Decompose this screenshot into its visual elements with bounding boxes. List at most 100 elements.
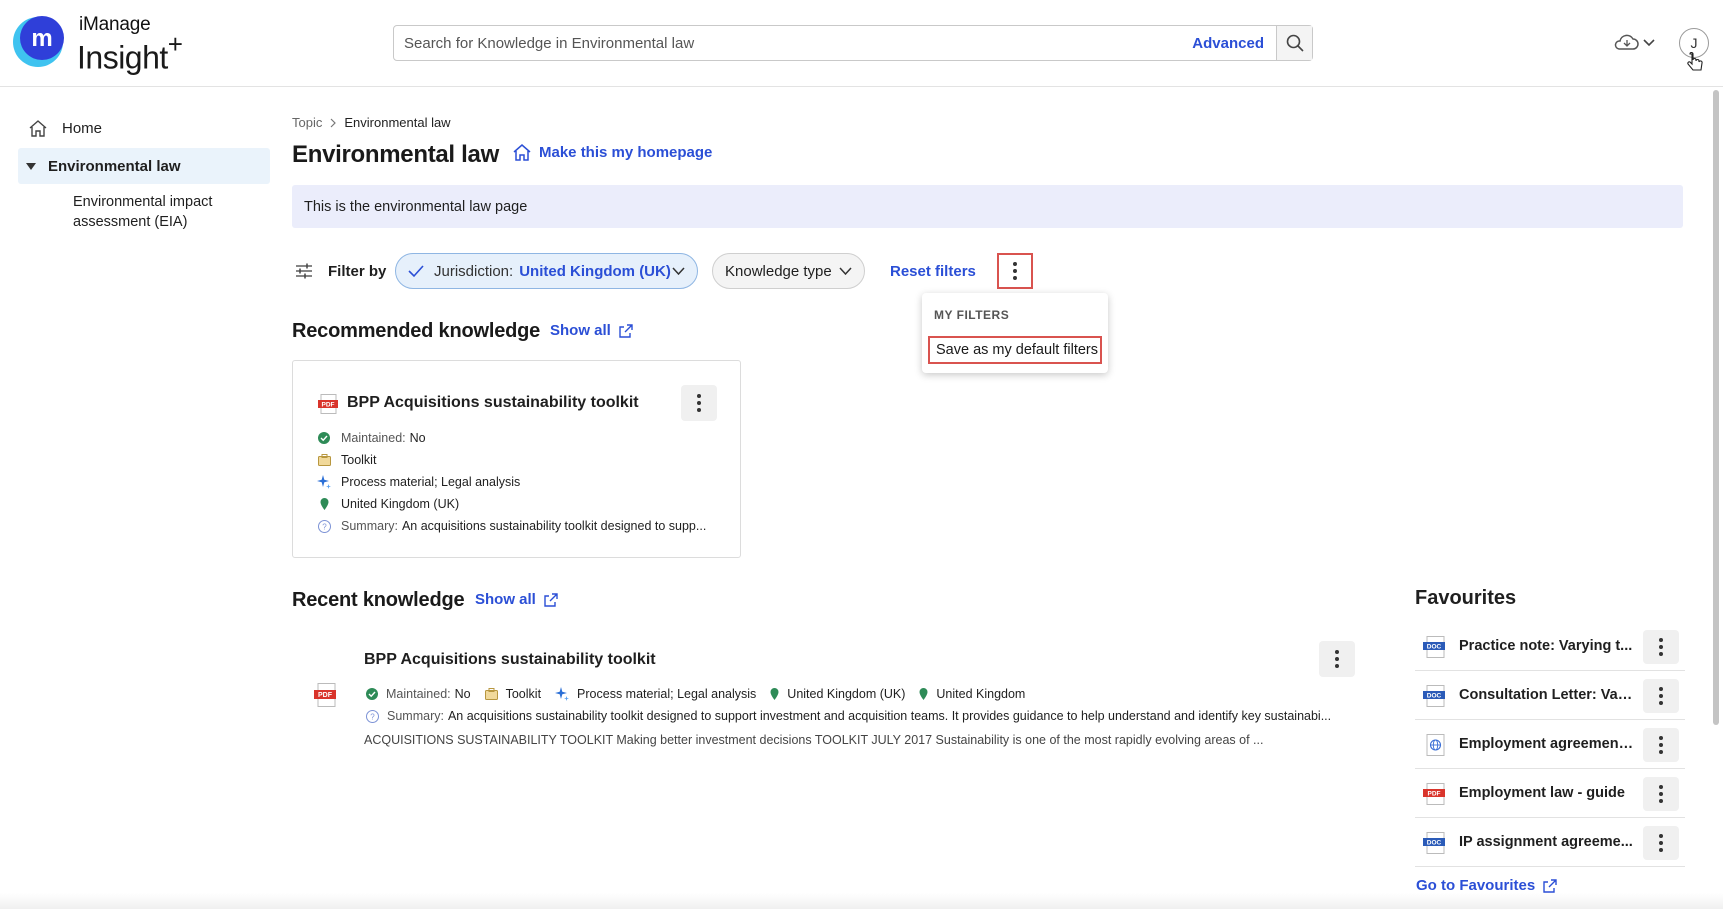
- advanced-search-link[interactable]: Advanced: [1192, 35, 1264, 52]
- svg-text:DOC: DOC: [1427, 840, 1442, 847]
- brand-product: Insight+: [77, 29, 183, 77]
- filter-by-label: Filter by: [328, 263, 387, 280]
- recent-item-excerpt: ACQUISITIONS SUSTAINABILITY TOOLKIT Maki…: [364, 733, 1264, 747]
- favourite-item[interactable]: DOC IP assignment agreeme...: [1415, 818, 1685, 867]
- sparkle-icon: [555, 687, 570, 701]
- go-to-favourites-link[interactable]: Go to Favourites: [1416, 877, 1557, 894]
- search-input[interactable]: [404, 26, 1184, 60]
- location-pin-icon: [320, 498, 328, 510]
- recent-item-summary-row: ? Summary: An acquisitions sustainabilit…: [366, 709, 1366, 723]
- favourite-item[interactable]: DOC Practice note: Varying t...: [1415, 622, 1685, 671]
- svg-text:?: ?: [322, 522, 327, 531]
- home-icon: [513, 144, 531, 161]
- doc-icon: DOC: [1423, 685, 1445, 707]
- kebab-menu-icon: [1013, 262, 1017, 280]
- recent-item-more-options-button[interactable]: [1319, 641, 1355, 677]
- card-jurisdiction-row: United Kingdom (UK): [317, 497, 459, 511]
- make-homepage-link[interactable]: Make this my homepage: [513, 144, 712, 161]
- recent-item-title[interactable]: BPP Acquisitions sustainability toolkit: [364, 651, 656, 669]
- recommended-card[interactable]: PDF BPP Acquisitions sustainability tool…: [292, 360, 741, 558]
- jurisdiction-value-2: United Kingdom: [936, 687, 1026, 701]
- sidebar-nav: Home Environmental law Environmental imp…: [18, 110, 270, 232]
- go-to-favourites-label: Go to Favourites: [1416, 877, 1536, 894]
- category-value: Process material; Legal analysis: [341, 475, 521, 489]
- recent-item[interactable]: PDF BPP Acquisitions sustainability tool…: [292, 635, 1362, 755]
- favourite-more-options-button[interactable]: [1643, 826, 1679, 860]
- jurisdiction-value: United Kingdom (UK): [787, 687, 906, 701]
- favourite-item[interactable]: PDF Employment law - guide: [1415, 769, 1685, 818]
- reset-filters-button[interactable]: Reset filters: [890, 263, 976, 280]
- svg-text:m: m: [31, 25, 52, 52]
- chevron-right-icon: [330, 118, 337, 127]
- cloud-sync-dropdown-icon[interactable]: [1612, 32, 1662, 54]
- filter-bar: Filter by Jurisdiction: United Kingdom (…: [292, 253, 1192, 289]
- card-more-options-button[interactable]: [681, 385, 717, 421]
- svg-text:PDF: PDF: [318, 692, 333, 699]
- card-title[interactable]: BPP Acquisitions sustainability toolkit: [347, 394, 639, 412]
- jurisdiction-value: United Kingdom (UK): [519, 262, 671, 280]
- external-link-icon: [544, 592, 558, 607]
- sparkle-icon: [317, 475, 331, 489]
- show-all-label: Show all: [475, 591, 536, 608]
- location-pin-icon: [919, 688, 928, 700]
- external-link-icon: [619, 323, 633, 338]
- favourite-more-options-button[interactable]: [1643, 777, 1679, 811]
- sidebar-item-environmental-law[interactable]: Environmental law: [18, 148, 270, 184]
- knowledge-type-filter-chip[interactable]: Knowledge type: [712, 253, 865, 289]
- svg-text:?: ?: [370, 712, 375, 721]
- favourite-item[interactable]: DOC Consultation Letter: Var...: [1415, 671, 1685, 720]
- knowledge-type-label: Knowledge type: [725, 262, 832, 280]
- sidebar-item-eia[interactable]: Environmental impact assessment (EIA): [18, 192, 270, 232]
- kebab-menu-icon: [1659, 638, 1663, 656]
- category-value: Process material; Legal analysis: [577, 687, 757, 701]
- summary-value: An acquisitions sustainability toolkit d…: [401, 519, 707, 533]
- page-description-banner: This is the environmental law page: [292, 185, 1683, 228]
- brand-plus: +: [167, 29, 183, 59]
- kebab-menu-icon: [1659, 834, 1663, 852]
- chevron-down-icon: [839, 267, 852, 275]
- breadcrumb-topic[interactable]: Topic: [292, 115, 322, 130]
- maintained-value: No: [454, 687, 471, 701]
- kebab-menu-icon: [1659, 687, 1663, 705]
- favourite-item-label: Consultation Letter: Var...: [1459, 687, 1634, 703]
- summary-label: Summary:: [341, 519, 398, 533]
- card-type-row: Toolkit: [317, 453, 376, 467]
- help-circle-icon: ?: [317, 519, 331, 533]
- page-scrollbar[interactable]: [1713, 90, 1719, 725]
- sidebar-item-home[interactable]: Home: [18, 110, 270, 146]
- svg-text:DOC: DOC: [1427, 644, 1442, 651]
- recent-section-title: Recent knowledge: [292, 589, 465, 611]
- bottom-edge: [0, 893, 1723, 909]
- brand-product-name: Insight: [77, 39, 168, 76]
- external-link-icon: [1543, 878, 1557, 893]
- jurisdiction-filter-chip[interactable]: Jurisdiction: United Kingdom (UK): [395, 253, 698, 289]
- favourite-more-options-button[interactable]: [1643, 679, 1679, 713]
- web-icon: [1426, 734, 1445, 756]
- kebab-menu-icon: [1659, 736, 1663, 754]
- imanage-logo-icon[interactable]: m: [8, 14, 72, 68]
- favourite-item[interactable]: Employment agreement...: [1415, 720, 1685, 769]
- card-category-row: Process material; Legal analysis: [317, 475, 520, 489]
- pdf-file-icon: PDF: [318, 394, 338, 414]
- chevron-down-icon: [672, 267, 685, 275]
- filter-more-options-button[interactable]: [997, 253, 1033, 289]
- kebab-menu-icon: [1659, 785, 1663, 803]
- expand-triangle-icon[interactable]: [26, 162, 36, 170]
- favourite-more-options-button[interactable]: [1643, 630, 1679, 664]
- maintained-value: No: [409, 431, 426, 445]
- make-homepage-label: Make this my homepage: [539, 144, 713, 161]
- recent-show-all-link[interactable]: Show all: [475, 591, 558, 608]
- favourite-more-options-button[interactable]: [1643, 728, 1679, 762]
- toolkit-icon: [484, 688, 498, 700]
- home-icon: [29, 120, 47, 137]
- summary-value: An acquisitions sustainability toolkit d…: [447, 709, 1332, 723]
- favourites-title: Favourites: [1415, 587, 1517, 609]
- save-default-filters-item[interactable]: Save as my default filters: [928, 336, 1102, 364]
- favourite-item-label: Employment agreement...: [1459, 736, 1634, 752]
- search-button[interactable]: [1276, 26, 1312, 60]
- maintained-label: Maintained:: [341, 431, 406, 445]
- summary-label: Summary:: [387, 709, 444, 723]
- hand-cursor-icon: [1687, 52, 1703, 71]
- recommended-show-all-link[interactable]: Show all: [550, 322, 633, 339]
- sidebar-item-label: Environmental law: [48, 157, 181, 175]
